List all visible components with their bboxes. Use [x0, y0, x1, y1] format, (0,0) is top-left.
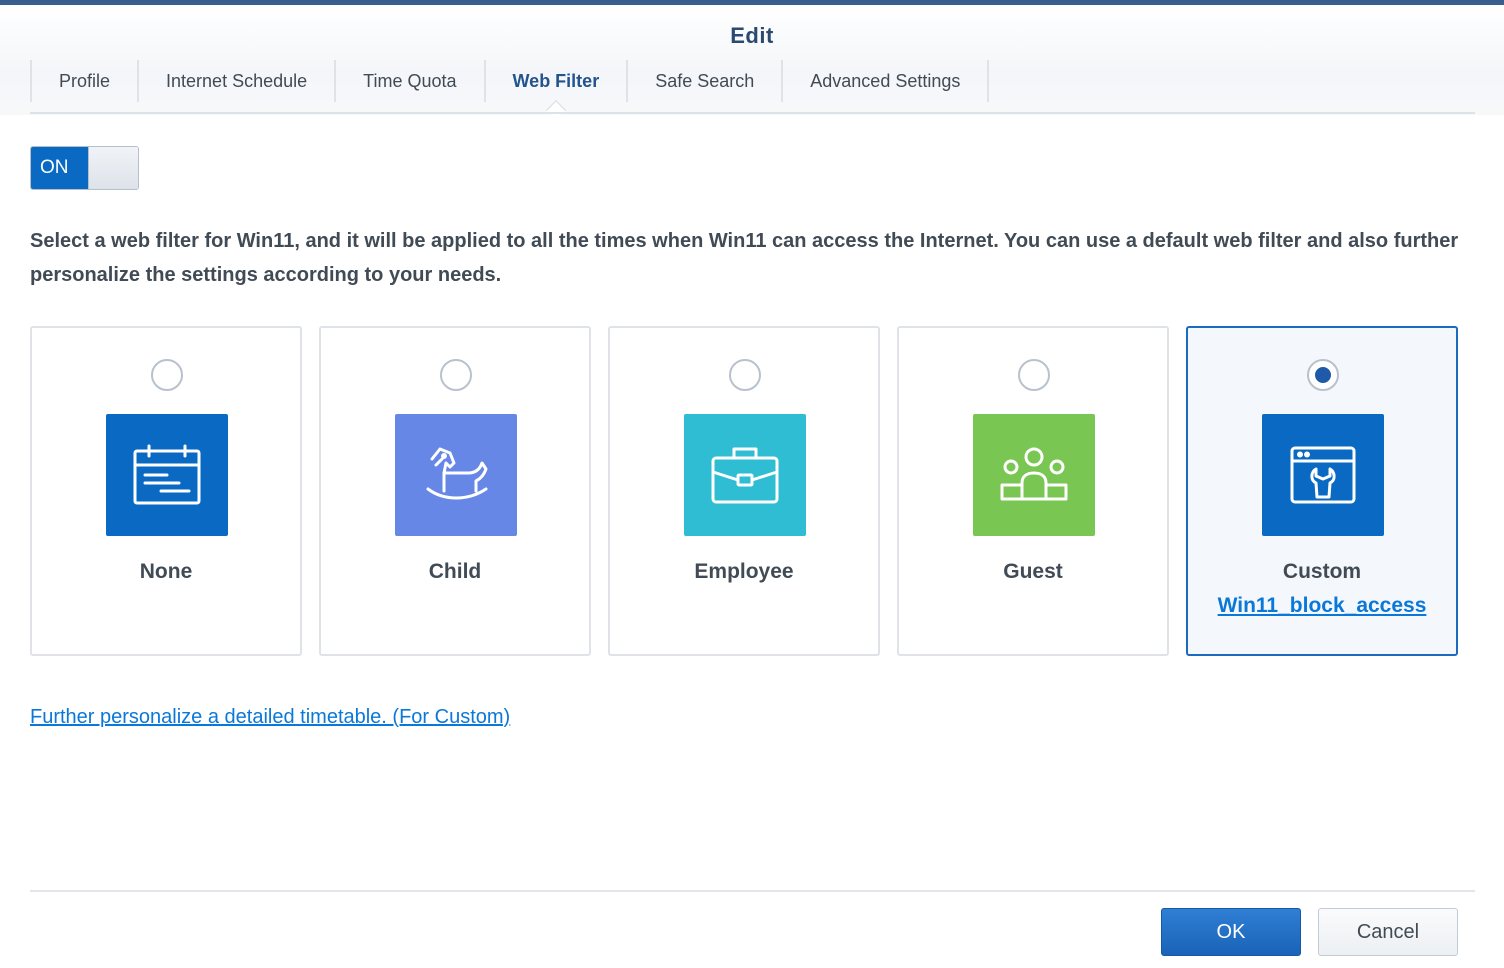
- filter-radio-custom[interactable]: [1307, 359, 1339, 391]
- filter-options: None Child Employee Guest Custom Win11_b…: [30, 326, 1460, 658]
- employee-tile: [684, 414, 806, 536]
- tab-safe-search[interactable]: Safe Search: [626, 60, 781, 102]
- custom-filter-link[interactable]: Win11_block_access: [1188, 594, 1456, 618]
- web-filter-description: Select a web filter for Win11, and it wi…: [30, 230, 1459, 286]
- tab-label: Safe Search: [655, 71, 755, 91]
- none-tile: [106, 414, 228, 536]
- tab-bar: Profile Internet Schedule Time Quota Web…: [30, 60, 990, 120]
- tab-web-filter[interactable]: Web Filter: [483, 60, 627, 120]
- guest-tile: [973, 414, 1095, 536]
- tab-profile[interactable]: Profile: [30, 60, 137, 102]
- toggle-on-label: ON: [31, 147, 88, 189]
- rocking-horse-icon: [426, 447, 488, 500]
- tab-time-quota[interactable]: Time Quota: [334, 60, 483, 102]
- tab-label: Time Quota: [363, 71, 457, 91]
- tab-label: Web Filter: [512, 71, 600, 91]
- filter-card-employee[interactable]: Employee: [608, 326, 880, 656]
- filter-card-none[interactable]: None: [30, 326, 302, 656]
- web-filter-toggle[interactable]: ON: [30, 146, 139, 190]
- personalize-timetable-link[interactable]: Further personalize a detailed timetable…: [30, 706, 510, 729]
- filter-label-child: Child: [428, 560, 482, 583]
- tab-label: Profile: [59, 71, 111, 91]
- tab-label: Advanced Settings: [810, 71, 961, 91]
- filter-radio-child[interactable]: [440, 359, 472, 391]
- tab-internet-schedule[interactable]: Internet Schedule: [137, 60, 334, 102]
- group-icon: [1000, 447, 1068, 501]
- browser-wrench-icon: [1290, 446, 1356, 504]
- filter-card-custom[interactable]: Custom Win11_block_access: [1186, 326, 1458, 656]
- dialog-title: Edit: [730, 23, 774, 48]
- footer-divider: [30, 890, 1475, 892]
- cancel-button[interactable]: Cancel: [1318, 908, 1458, 956]
- tab-label: Internet Schedule: [166, 71, 308, 91]
- filter-card-guest[interactable]: Guest: [897, 326, 1169, 656]
- filter-card-child[interactable]: Child: [319, 326, 591, 656]
- custom-tile: [1262, 414, 1384, 536]
- child-tile: [395, 414, 517, 536]
- filter-label-custom: Custom: [1282, 560, 1362, 583]
- calendar-icon: [133, 444, 201, 505]
- filter-label-none: None: [139, 560, 193, 583]
- ok-button[interactable]: OK: [1161, 908, 1301, 956]
- tab-divider: [30, 112, 1475, 114]
- briefcase-icon: [711, 447, 779, 504]
- tab-advanced-settings[interactable]: Advanced Settings: [781, 60, 990, 102]
- filter-radio-guest[interactable]: [1018, 359, 1050, 391]
- toggle-knob: [88, 147, 138, 189]
- filter-label-guest: Guest: [1003, 560, 1063, 583]
- filter-radio-employee[interactable]: [729, 359, 761, 391]
- filter-radio-none[interactable]: [151, 359, 183, 391]
- filter-label-employee: Employee: [694, 560, 794, 583]
